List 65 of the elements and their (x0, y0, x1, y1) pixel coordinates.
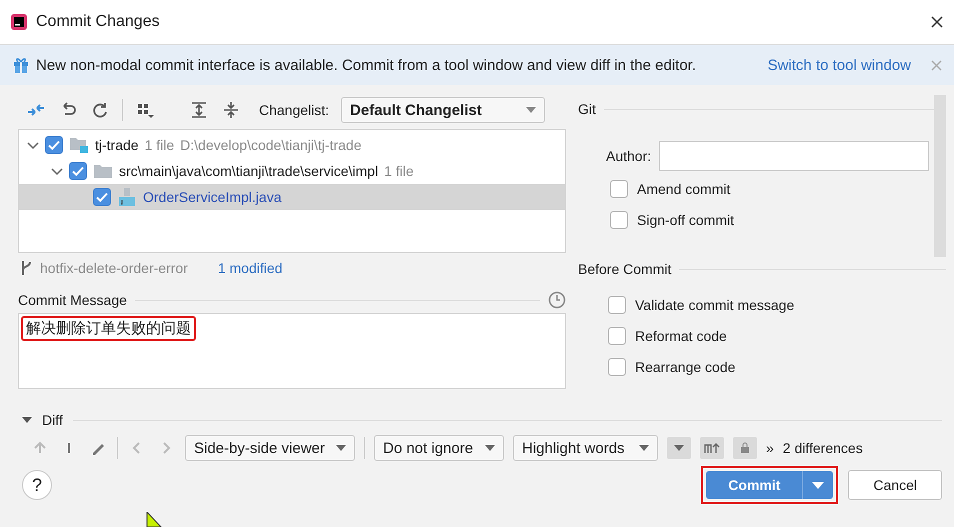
caret-icon (336, 445, 346, 451)
commit-message-label: Commit Message (18, 292, 127, 308)
caret-icon (639, 445, 649, 451)
checkbox[interactable] (608, 296, 626, 314)
checkbox[interactable] (610, 210, 628, 228)
lock-icon[interactable] (733, 437, 757, 459)
checkbox[interactable] (610, 180, 628, 198)
checkbox-label: Rearrange code (635, 358, 736, 374)
checkbox[interactable] (69, 162, 87, 180)
checkbox-label: Reformat code (635, 328, 727, 344)
author-field[interactable] (659, 141, 930, 171)
checkbox[interactable] (608, 326, 626, 344)
caret-icon (526, 107, 536, 113)
file-count: 1 file (384, 163, 414, 179)
caret-icon (485, 445, 495, 451)
tree-row[interactable]: tj-trade 1 file D:\develop\code\tianji\tj-trade (19, 132, 565, 158)
switch-link[interactable]: Switch to tool window (768, 56, 911, 74)
commit-message-field[interactable]: 解决删除订单失败的问题 (18, 313, 566, 389)
java-file-icon (117, 187, 137, 207)
tree-item-label: OrderServiceImpl.java (143, 189, 282, 205)
branch-icon (20, 259, 32, 277)
mouse-cursor-icon (146, 512, 162, 527)
tree-row[interactable]: src\main\java\com\tianji\trade\service\impl 1 file (19, 158, 565, 184)
checkbox[interactable] (93, 188, 111, 206)
dropdown[interactable]: Highlight words (513, 435, 658, 461)
gift-icon (12, 56, 30, 74)
filter-icon[interactable] (667, 437, 691, 459)
modified-link[interactable]: 1 modified (218, 260, 282, 276)
sync-scroll-icon[interactable] (700, 437, 724, 459)
checkbox-label: Validate commit message (635, 296, 794, 312)
clock-icon[interactable] (548, 291, 566, 309)
close-icon[interactable] (930, 15, 944, 29)
changelist-label: Changelist: (259, 102, 330, 118)
changelist-dropdown[interactable]: Default Changelist (341, 97, 546, 123)
checkbox-label: Sign-off commit (637, 212, 734, 228)
caret-icon[interactable] (812, 482, 824, 488)
checkbox[interactable] (608, 358, 626, 376)
commit-button[interactable]: Commit (706, 471, 834, 499)
module-folder-icon (69, 136, 89, 154)
folder-icon (93, 163, 113, 179)
dropdown[interactable]: Side-by-side viewer (185, 435, 355, 461)
diff-title: Diff (42, 412, 63, 428)
file-count: 1 file (144, 137, 174, 153)
tree-item-label: tj-trade (95, 137, 139, 153)
help-button[interactable]: ? (22, 470, 52, 500)
commit-message-text: 解决删除订单失败的问题 (21, 316, 196, 341)
module-path: D:\develop\code\tianji\tj-trade (180, 137, 362, 153)
expand-all-icon[interactable] (189, 100, 209, 120)
dropdown[interactable]: Do not ignore (374, 435, 504, 461)
banner-text: New non-modal commit interface is available. Commit from a tool window and view diff in the editor. (36, 56, 696, 74)
more-toggle[interactable]: » (766, 440, 774, 456)
branch-name: hotfix-delete-order-error (40, 260, 188, 276)
section-title: Git (578, 101, 596, 117)
differences-count: 2 differences (782, 440, 863, 456)
app-logo-icon (10, 13, 28, 31)
checkbox-label: Amend commit (637, 180, 730, 196)
tree-row[interactable]: OrderServiceImpl.java (19, 184, 565, 210)
window-title: Commit Changes (36, 13, 160, 31)
expanded-triangle-icon[interactable] (22, 415, 32, 425)
collapse-all-icon[interactable] (221, 100, 241, 120)
section-title: Before Commit (578, 261, 672, 277)
author-label: Author: (606, 148, 652, 164)
checkbox[interactable] (45, 136, 63, 154)
cancel-button[interactable]: Cancel (848, 470, 942, 500)
tree-item-label: src\main\java\com\tianji\trade\service\impl (119, 163, 378, 179)
